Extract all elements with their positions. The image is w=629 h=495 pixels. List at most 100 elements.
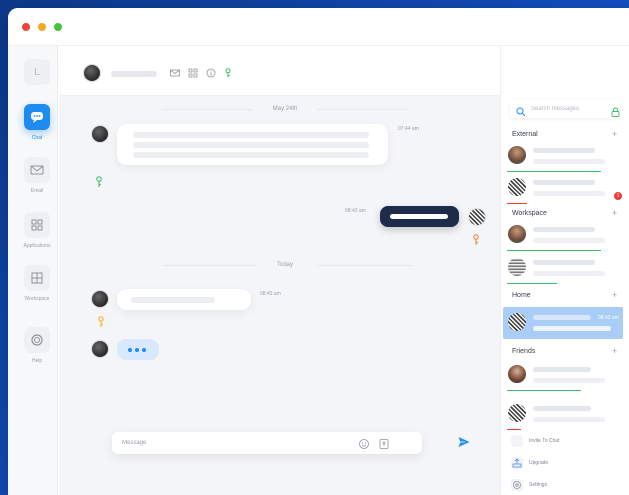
sender-avatar[interactable]	[91, 290, 109, 308]
nav-label-email: Email	[30, 188, 44, 194]
nav-label-applications: Applications	[23, 243, 51, 249]
nav-item-chat[interactable]: Chat	[8, 104, 66, 141]
message-timestamp: 08:43 am	[260, 291, 281, 297]
sender-avatar[interactable]	[91, 340, 109, 358]
date-separator: May 24th	[272, 106, 298, 112]
invite-to-chat-item[interactable]: Invite To Chat	[509, 434, 619, 450]
conversation-item[interactable]	[503, 140, 623, 172]
separator-line	[317, 265, 412, 266]
message-timestamp: 07:44 am	[398, 126, 419, 132]
key-icon	[95, 176, 103, 191]
upgrade-label: Upgrade	[529, 460, 549, 466]
contact-name-placeholder	[533, 367, 591, 372]
message-text-placeholder	[133, 152, 369, 158]
search-box	[510, 100, 621, 118]
contact-avatar	[508, 178, 526, 196]
nav-label-help: Help	[31, 358, 43, 364]
section-title-workspace: Workspace	[512, 210, 547, 217]
separator-line	[162, 109, 252, 110]
app-window: L Chat Email Applications Workspace Help…	[8, 8, 629, 495]
contact-avatar	[508, 258, 526, 276]
contact-name-placeholder	[111, 71, 157, 77]
lock-icon[interactable]	[611, 104, 620, 117]
zoom-window-button[interactable]	[54, 23, 62, 31]
settings-label: Settings	[529, 482, 548, 488]
own-avatar[interactable]	[468, 208, 486, 226]
nav-label-chat: Chat	[31, 135, 43, 141]
conversation-item-selected[interactable]: 08:43 am	[503, 307, 623, 339]
section-title-home: Home	[512, 292, 531, 299]
title-bar	[8, 8, 629, 46]
left-nav: L Chat Email Applications Workspace Help	[8, 46, 58, 495]
message-text-placeholder	[131, 297, 215, 303]
conversation-item[interactable]: 1	[503, 172, 623, 204]
grid-icon	[24, 212, 50, 238]
chat-header	[59, 46, 610, 96]
contact-avatar[interactable]	[83, 64, 101, 82]
conversation-item[interactable]	[503, 398, 623, 430]
message-text-placeholder	[133, 142, 369, 148]
message-text-placeholder	[133, 132, 369, 138]
envelope-icon[interactable]	[170, 68, 180, 78]
nav-label-workspace: Workspace	[24, 296, 50, 302]
key-icon[interactable]	[223, 68, 233, 78]
contact-preview-placeholder	[533, 191, 605, 196]
message-bubble-incoming[interactable]	[117, 289, 251, 310]
status-line-busy	[507, 203, 527, 204]
conversation-item[interactable]	[503, 359, 623, 391]
contact-avatar	[508, 225, 526, 243]
conversation-item[interactable]	[503, 252, 623, 284]
typing-dot	[142, 348, 146, 352]
send-icon[interactable]	[457, 435, 471, 449]
contact-preview-placeholder	[533, 378, 605, 383]
add-workspace-icon[interactable]: +	[612, 208, 617, 218]
search-input[interactable]	[531, 103, 607, 115]
message-timestamp: 08:43 am	[345, 208, 366, 214]
help-ring-icon	[24, 327, 50, 353]
grid-icon[interactable]	[188, 68, 198, 78]
separator-line	[317, 109, 407, 110]
typing-indicator	[117, 339, 159, 360]
settings-item[interactable]: Settings	[509, 478, 619, 494]
user-avatar[interactable]: L	[24, 59, 50, 85]
message-bubble-incoming[interactable]	[117, 124, 388, 165]
info-icon[interactable]	[206, 68, 216, 78]
minimize-window-button[interactable]	[38, 23, 46, 31]
message-bubble-outgoing[interactable]	[380, 206, 459, 227]
upgrade-item[interactable]: Upgrade	[509, 456, 619, 472]
contact-avatar	[508, 146, 526, 164]
nav-item-workspace[interactable]: Workspace	[8, 265, 66, 302]
nav-item-email[interactable]: Email	[8, 157, 66, 194]
contact-name-placeholder	[533, 180, 595, 185]
nav-item-help[interactable]: Help	[8, 327, 66, 364]
separator-line	[162, 265, 257, 266]
sender-avatar[interactable]	[91, 125, 109, 143]
typing-dot	[128, 348, 132, 352]
nav-item-applications[interactable]: Applications	[8, 212, 66, 249]
upgrade-icon	[511, 457, 523, 469]
contact-avatar	[508, 313, 526, 331]
typing-dot	[135, 348, 139, 352]
chat-panel: May 24th 07:44 am 08:43 am Today 08:43 a…	[59, 46, 610, 495]
message-composer	[112, 432, 422, 454]
contact-name-placeholder	[533, 148, 595, 153]
add-home-icon[interactable]: +	[612, 290, 617, 300]
add-external-icon[interactable]: +	[612, 129, 617, 139]
emoji-icon[interactable]	[358, 437, 370, 449]
status-line-online	[507, 390, 581, 391]
contact-preview-placeholder	[533, 159, 605, 164]
contact-name-placeholder	[533, 227, 595, 232]
workspace-icon	[24, 265, 50, 291]
close-window-button[interactable]	[22, 23, 30, 31]
add-friends-icon[interactable]: +	[612, 346, 617, 356]
section-title-external: External	[512, 131, 538, 138]
message-input[interactable]	[122, 436, 342, 450]
conversation-item[interactable]	[503, 219, 623, 251]
contact-preview-placeholder	[533, 238, 605, 243]
unread-badge: 1	[614, 192, 622, 200]
status-line-online	[507, 283, 557, 284]
contact-preview-placeholder	[533, 271, 605, 276]
key-icon	[97, 316, 105, 331]
conversation-time: 08:43 am	[598, 315, 619, 321]
attach-file-icon[interactable]	[378, 437, 390, 449]
